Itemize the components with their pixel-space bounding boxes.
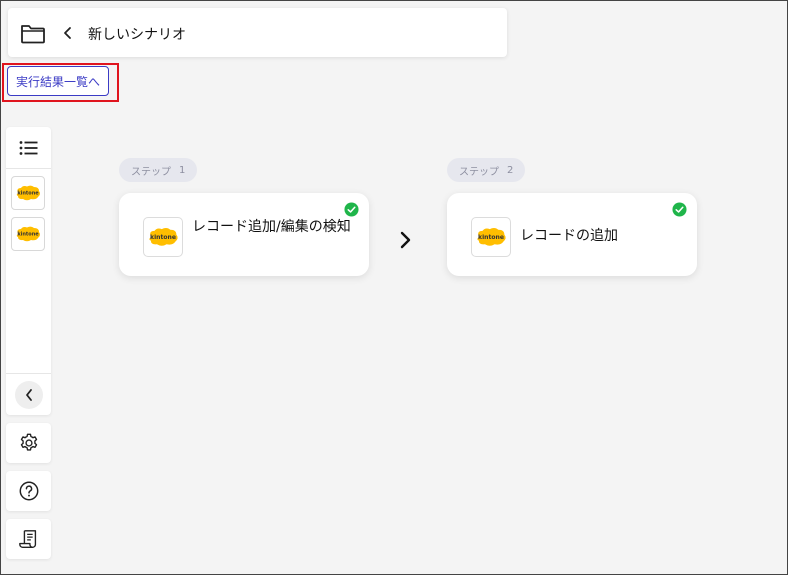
chevron-right-icon bbox=[400, 231, 411, 249]
sidebar-step-1[interactable]: kintone bbox=[11, 176, 45, 210]
step-sidebar: kintone kintone bbox=[6, 127, 51, 415]
folder-icon[interactable] bbox=[20, 21, 46, 45]
scroll-icon bbox=[18, 530, 36, 548]
list-icon bbox=[19, 140, 37, 155]
svg-text:kintone: kintone bbox=[17, 191, 39, 197]
svg-text:kintone: kintone bbox=[478, 234, 504, 241]
scenario-title[interactable]: 新しいシナリオ bbox=[88, 24, 186, 44]
kintone-logo: kintone bbox=[477, 228, 506, 246]
collapse-sidebar-button[interactable] bbox=[15, 381, 43, 409]
step-card-2[interactable]: kintone レコードの追加 bbox=[447, 193, 697, 276]
step-badge-label: ステップ bbox=[131, 166, 171, 178]
step-badge-2: ステップ 2 bbox=[447, 158, 526, 182]
kintone-logo: kintone bbox=[16, 185, 41, 201]
scenario-header: 新しいシナリオ bbox=[8, 8, 507, 57]
check-circle-icon bbox=[672, 202, 687, 217]
step-list-button[interactable] bbox=[6, 127, 51, 169]
step-badge-number: 1 bbox=[179, 164, 186, 176]
kintone-logo: kintone bbox=[149, 228, 178, 246]
results-list-button[interactable]: 実行結果一覧へ bbox=[7, 66, 109, 96]
step-label: レコード追加/編集の検知 bbox=[192, 219, 351, 235]
sidebar-divider bbox=[6, 373, 51, 374]
step-badge-label: ステップ bbox=[459, 166, 499, 178]
svg-text:kintone: kintone bbox=[17, 232, 39, 238]
chevron-left-icon[interactable] bbox=[62, 25, 74, 41]
step-badge-number: 2 bbox=[507, 164, 514, 176]
check-circle-icon bbox=[344, 202, 359, 217]
help-icon bbox=[19, 481, 38, 501]
settings-button[interactable] bbox=[6, 423, 51, 463]
kintone-logo: kintone bbox=[16, 226, 41, 242]
step-badge-1: ステップ 1 bbox=[119, 158, 198, 182]
gear-icon bbox=[20, 433, 37, 451]
step-card-1[interactable]: kintone レコード追加/編集の検知 bbox=[119, 193, 369, 276]
sidebar-step-2[interactable]: kintone bbox=[11, 217, 45, 251]
svg-text:kintone: kintone bbox=[150, 234, 176, 241]
chevron-left-icon bbox=[26, 389, 32, 401]
step-label: レコードの追加 bbox=[520, 228, 618, 244]
help-button[interactable] bbox=[6, 471, 51, 511]
log-button[interactable] bbox=[6, 519, 51, 559]
kintone-app-logo: kintone bbox=[471, 217, 511, 257]
kintone-app-logo: kintone bbox=[143, 217, 183, 257]
